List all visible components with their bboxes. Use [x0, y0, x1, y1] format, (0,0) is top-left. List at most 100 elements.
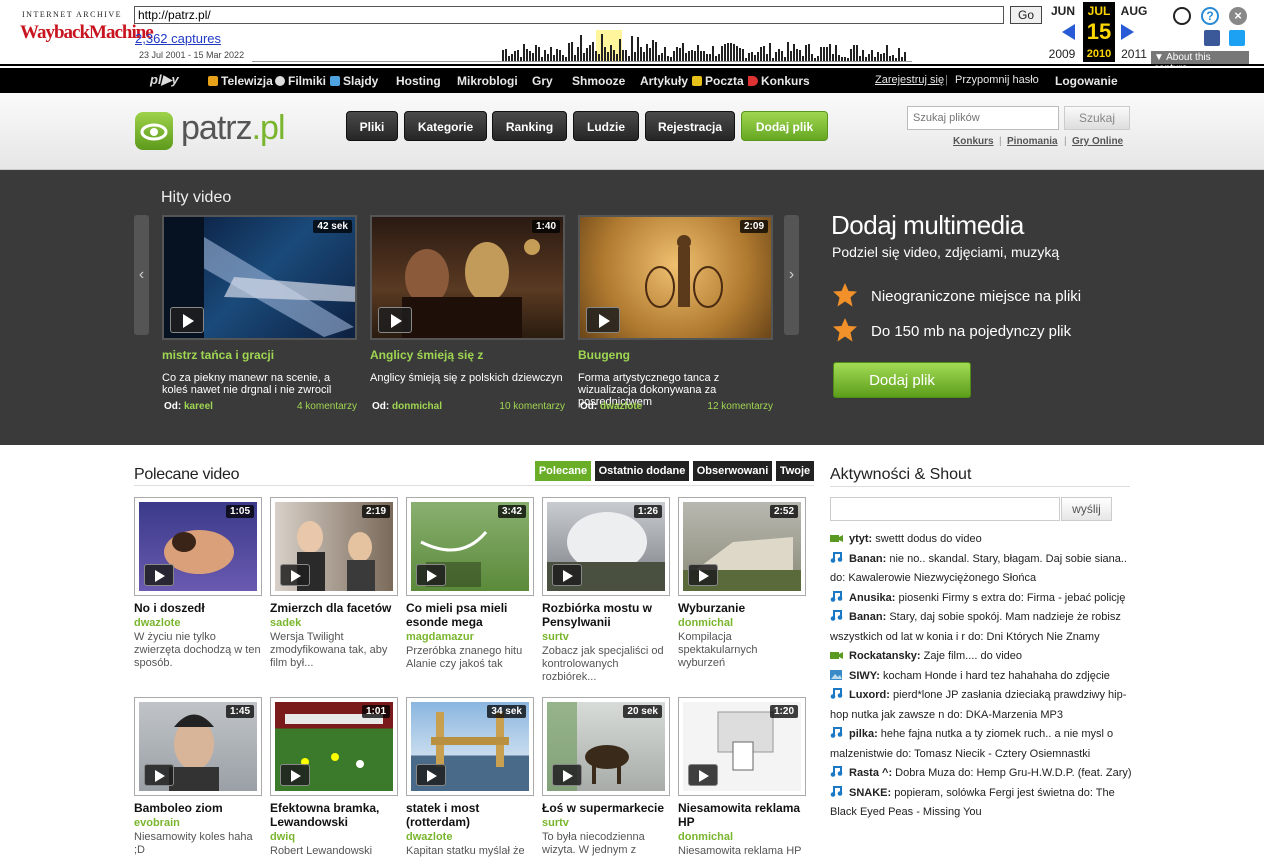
video-card[interactable]: 34 sek statek i most (rotterdam) dwazlot… — [406, 697, 534, 858]
video-title[interactable]: Niesamowita reklama HP — [678, 801, 806, 829]
video-title[interactable]: Łoś w supermarkecie — [542, 801, 670, 815]
author-link[interactable]: kareel — [184, 401, 213, 412]
shout-user[interactable]: Rockatansky: — [849, 650, 921, 662]
register-link[interactable]: Zarejestruj się — [875, 74, 944, 86]
video-card[interactable]: 2:19 Zmierzch dla facetów sadek Wersja T… — [270, 497, 398, 670]
wayback-prev-month[interactable]: JUN — [1046, 4, 1080, 18]
video-title[interactable]: Bamboleo ziom — [134, 801, 262, 815]
hit-video-thumbnail[interactable]: 42 sek — [162, 215, 357, 340]
header-link-gry-online[interactable]: Gry Online — [1072, 136, 1123, 147]
video-card[interactable]: 2:52 Wyburzanie donmichal Kompilacja spe… — [678, 497, 806, 670]
video-author[interactable]: surtv — [542, 817, 670, 829]
video-thumbnail[interactable]: 20 sek — [542, 697, 670, 796]
hit-video-card[interactable]: 1:40 Anglicy śmieją się z Anglicy śmieją… — [370, 215, 565, 413]
video-card[interactable]: 1:26 Rozbiórka mostu w Pensylwanii surtv… — [542, 497, 670, 684]
wayback-next-year[interactable]: 2011 — [1117, 47, 1151, 61]
video-thumbnail[interactable]: 1:45 — [134, 697, 262, 796]
shout-user[interactable]: Banan: — [849, 553, 886, 565]
play-icon[interactable] — [688, 764, 718, 786]
play-icon[interactable] — [378, 307, 412, 333]
user-icon[interactable] — [1173, 7, 1191, 25]
nav-ranking-button[interactable]: Ranking — [492, 111, 567, 141]
hit-video-card[interactable]: 2:09 Buugeng Forma artystycznego tanca z… — [578, 215, 773, 413]
video-title[interactable]: Zmierzch dla facetów — [270, 601, 398, 615]
video-card[interactable]: 1:20 Niesamowita reklama HP donmichal Ni… — [678, 697, 806, 858]
video-title[interactable]: No i doszedł — [134, 601, 262, 615]
hit-video-comments[interactable]: 12 komentarzy — [707, 401, 773, 412]
header-link-konkurs[interactable]: Konkurs — [953, 136, 994, 147]
shout-user[interactable]: Rasta ^: — [849, 767, 892, 779]
video-title[interactable]: Co mieli psa mieli esonde mega — [406, 601, 534, 629]
play-logo-icon[interactable]: pl▶y — [150, 72, 196, 89]
carousel-prev-button[interactable]: ‹ — [134, 215, 149, 335]
shout-input[interactable] — [830, 497, 1060, 521]
hit-video-comments[interactable]: 4 komentarzy — [297, 401, 357, 412]
video-author[interactable]: evobrain — [134, 817, 262, 829]
wayback-prev-year[interactable]: 2009 — [1045, 47, 1079, 61]
hit-video-comments[interactable]: 10 komentarzy — [499, 401, 565, 412]
video-thumbnail[interactable]: 1:05 — [134, 497, 262, 596]
tab-ostatnio-dodane[interactable]: Ostatnio dodane — [595, 461, 689, 481]
video-author[interactable]: dwazlote — [134, 617, 262, 629]
video-title[interactable]: Wyburzanie — [678, 601, 806, 615]
shout-user[interactable]: Luxord: — [849, 689, 890, 701]
help-icon[interactable]: ? — [1201, 7, 1219, 25]
video-author[interactable]: donmichal — [678, 831, 806, 843]
nav-pliki-button[interactable]: Pliki — [346, 111, 398, 141]
wayback-about-capture[interactable]: ▼ About this capture — [1151, 51, 1249, 74]
topnav-item-slajdy[interactable]: Slajdy — [330, 74, 378, 88]
video-author[interactable]: magdamazur — [406, 631, 534, 643]
shout-user[interactable]: Anusika: — [849, 592, 895, 604]
topnav-item-mikroblogi[interactable]: Mikroblogi — [457, 74, 518, 88]
wayback-prev-arrow-icon[interactable] — [1062, 24, 1075, 40]
header-link-pinomania[interactable]: Pinomania — [1007, 136, 1058, 147]
video-author[interactable]: donmichal — [678, 617, 806, 629]
nav-ludzie-button[interactable]: Ludzie — [573, 111, 639, 141]
play-icon[interactable] — [552, 564, 582, 586]
play-icon[interactable] — [144, 764, 174, 786]
twitter-icon[interactable] — [1229, 30, 1245, 46]
play-icon[interactable] — [280, 764, 310, 786]
play-icon[interactable] — [688, 564, 718, 586]
play-icon[interactable] — [416, 764, 446, 786]
topnav-item-gry[interactable]: Gry — [532, 74, 553, 88]
video-title[interactable]: Efektowna bramka, Lewandowski — [270, 801, 398, 829]
video-card[interactable]: 1:05 No i doszedł dwazlote W życiu nie t… — [134, 497, 262, 670]
nav-dodaj-plik-button[interactable]: Dodaj plik — [741, 111, 828, 141]
nav-rejestracja-button[interactable]: Rejestracja — [645, 111, 735, 141]
video-thumbnail[interactable]: 1:20 — [678, 697, 806, 796]
topnav-item-telewizja[interactable]: Telewizja — [208, 74, 273, 88]
video-author[interactable]: surtv — [542, 631, 670, 643]
login-link[interactable]: Logowanie — [1055, 74, 1118, 88]
tab-obserwowani[interactable]: Obserwowani — [693, 461, 772, 481]
video-thumbnail[interactable]: 1:01 — [270, 697, 398, 796]
wayback-sparkline[interactable] — [252, 30, 912, 62]
wayback-next-month[interactable]: AUG — [1117, 4, 1151, 18]
carousel-next-button[interactable]: › — [784, 215, 799, 335]
play-icon[interactable] — [586, 307, 620, 333]
topnav-item-hosting[interactable]: Hosting — [396, 74, 441, 88]
video-author[interactable]: dwazlote — [406, 831, 534, 843]
topnav-item-filmiki[interactable]: Filmiki — [275, 74, 326, 88]
patrz-eye-logo-icon[interactable] — [135, 112, 173, 150]
author-link[interactable]: donmichal — [392, 401, 442, 412]
wayback-logo[interactable]: INTERNET ARCHIVE WaybackMachine — [18, 8, 154, 52]
shout-user[interactable]: SIWY: — [849, 670, 880, 682]
video-thumbnail[interactable]: 34 sek — [406, 697, 534, 796]
play-icon[interactable] — [416, 564, 446, 586]
play-icon[interactable] — [552, 764, 582, 786]
shout-send-button[interactable]: wyślij — [1061, 497, 1112, 521]
tab-twoje[interactable]: Twoje — [776, 461, 814, 481]
hit-video-card[interactable]: 42 sek mistrz tańca i gracji Co za piekn… — [162, 215, 357, 413]
shout-user[interactable]: pilka: — [849, 728, 878, 740]
wayback-url-input[interactable] — [134, 6, 1004, 24]
site-logo-text[interactable]: patrz.pl — [181, 109, 286, 148]
remind-password-link[interactable]: Przypomnij hasło — [955, 74, 1039, 86]
play-icon[interactable] — [170, 307, 204, 333]
video-author[interactable]: sadek — [270, 617, 398, 629]
close-icon[interactable]: × — [1229, 7, 1247, 25]
topnav-item-konkurs[interactable]: Konkurs — [748, 74, 810, 88]
topnav-item-artykuly[interactable]: Artykuły — [640, 74, 688, 88]
nav-kategorie-button[interactable]: Kategorie — [404, 111, 487, 141]
hit-video-thumbnail[interactable]: 1:40 — [370, 215, 565, 340]
